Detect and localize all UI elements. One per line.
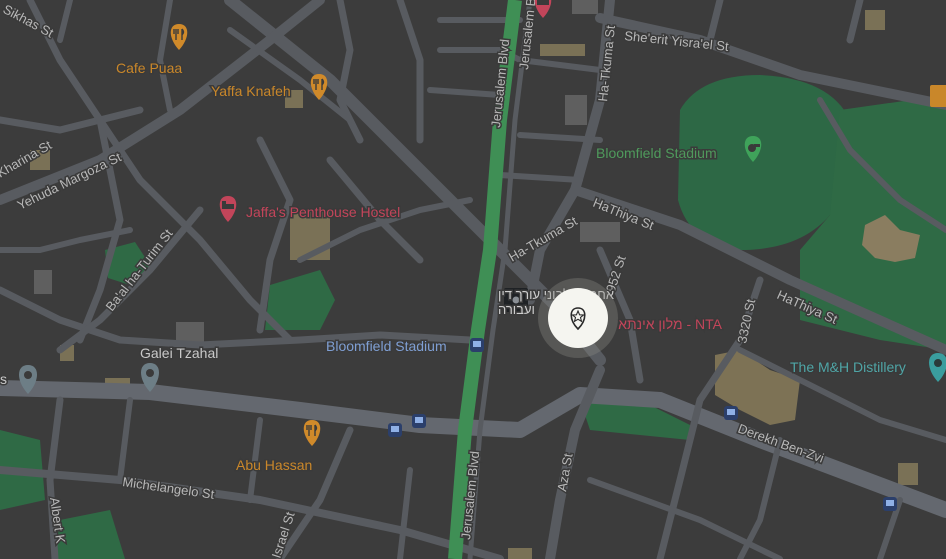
bus-icon[interactable]: [724, 406, 738, 420]
place-label[interactable]: The M&H Distillery: [789, 358, 908, 377]
place-label[interactable]: Jaffa's Penthouse Hostel: [245, 203, 402, 222]
building: [540, 44, 585, 56]
place-label[interactable]: Yaffa Knafeh: [210, 82, 293, 101]
building: [572, 0, 598, 14]
place-label[interactable]: Cafe Puaa: [115, 59, 184, 78]
bus-icon[interactable]: [388, 423, 402, 437]
bus-icon[interactable]: [883, 497, 897, 511]
place-label[interactable]: Galei Tzahal: [139, 344, 220, 363]
building: [898, 463, 918, 485]
selected-location-marker[interactable]: [538, 278, 618, 358]
map-canvas[interactable]: Jerusalem Blvd Jerusalem Blvd Jerusalem …: [0, 0, 946, 559]
bus-icon[interactable]: [470, 338, 484, 352]
place-label[interactable]: מלון אינתא - NTA: [617, 315, 724, 334]
place-label[interactable]: ועבורה: [497, 301, 537, 319]
bus-icon[interactable]: [412, 414, 426, 428]
place-label[interactable]: Abu Hassan: [235, 456, 314, 475]
place-label[interactable]: Bloomfield Stadium: [595, 144, 719, 163]
place-label[interactable]: s: [0, 370, 9, 389]
building: [34, 270, 52, 294]
poi-square-icon[interactable]: [930, 85, 946, 107]
building: [565, 95, 587, 125]
building: [865, 10, 885, 30]
selection-disc: [548, 288, 608, 348]
building: [580, 222, 620, 242]
place-label[interactable]: Bloomfield Stadium: [325, 337, 449, 356]
building: [508, 548, 532, 559]
